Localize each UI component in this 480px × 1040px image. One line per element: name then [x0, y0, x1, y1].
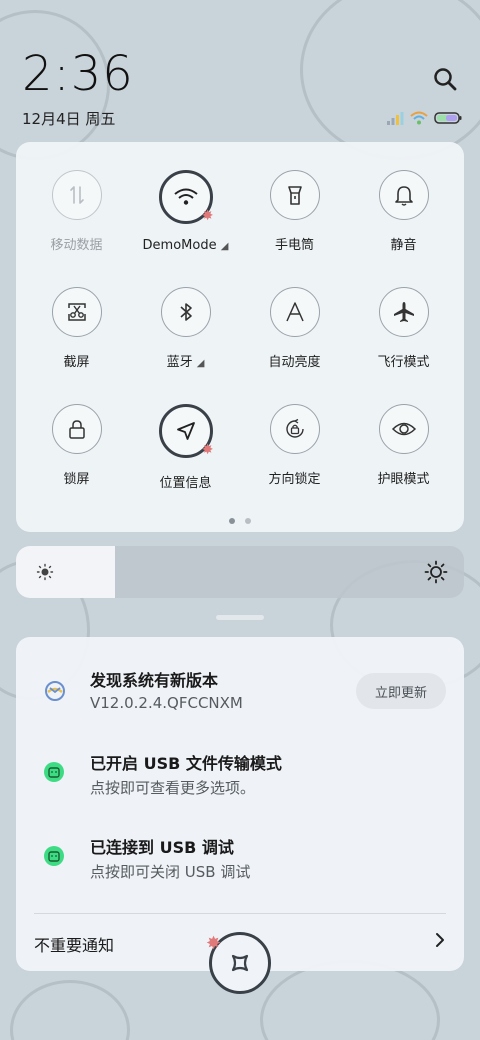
brightness-fill	[16, 546, 115, 598]
signal-icon	[386, 110, 404, 129]
tile-label: 锁屏	[63, 472, 90, 487]
tile-label: 方向锁定	[268, 472, 321, 487]
chevron-right-icon[interactable]	[434, 931, 446, 953]
mobile-data-icon	[51, 170, 102, 220]
tile-label: 护眼模式	[377, 472, 430, 487]
tile-label: 位置信息	[159, 476, 212, 491]
tile-airplane-mode[interactable]: 飞行模式	[349, 287, 458, 379]
tile-lock-screen[interactable]: 锁屏	[22, 404, 131, 496]
minor-notifications-link[interactable]: 不重要通知	[34, 932, 114, 956]
notification-item[interactable]: 发现系统有新版本 V12.0.2.4.QFCCNXM 立即更新	[16, 637, 464, 712]
expand-icon[interactable]: ◢	[197, 358, 205, 369]
tile-label: 移动数据	[50, 238, 103, 253]
star-badge-icon: ✸	[201, 208, 214, 224]
android-icon	[44, 762, 64, 782]
wifi-icon: ✸	[158, 170, 214, 224]
notification-title: 已连接到 USB 调试	[90, 838, 234, 857]
bluetooth-icon	[160, 287, 211, 337]
update-icon	[44, 680, 65, 701]
wifi-icon	[410, 110, 428, 129]
tile-silent[interactable]: 静音	[349, 170, 458, 262]
quick-settings-grid: 移动数据 ✸ DemoMode ◢ 手电筒 静音 截屏 蓝牙 ◢ 自动亮度 飞行…	[16, 170, 464, 496]
search-icon[interactable]	[432, 66, 460, 94]
quick-settings-panel: 移动数据 ✸ DemoMode ◢ 手电筒 静音 截屏 蓝牙 ◢ 自动亮度 飞行…	[16, 142, 464, 532]
notification-subtitle: 点按即可查看更多选项。	[90, 779, 256, 797]
tile-rotation-lock[interactable]: 方向锁定	[240, 404, 349, 496]
tile-wifi[interactable]: ✸ DemoMode ◢	[131, 170, 240, 262]
location-icon: ✸	[158, 404, 214, 458]
notification-title: 发现系统有新版本	[90, 671, 219, 690]
airplane-icon	[378, 287, 429, 337]
star-badge-icon: ✸	[206, 933, 222, 954]
rotation-lock-icon	[269, 404, 320, 454]
star-badge-icon: ✸	[201, 442, 214, 458]
page-indicator	[16, 518, 464, 524]
expand-icon[interactable]: ◢	[221, 241, 229, 252]
notification-item[interactable]: 已开启 USB 文件传输模式 点按即可查看更多选项。	[16, 720, 464, 797]
page-dot	[245, 518, 251, 524]
tile-label: DemoMode ◢	[142, 238, 229, 253]
tile-screenshot[interactable]: 截屏	[22, 287, 131, 379]
bell-icon	[378, 170, 429, 220]
tile-flashlight[interactable]: 手电筒	[240, 170, 349, 262]
tile-eye-care[interactable]: 护眼模式	[349, 404, 458, 496]
android-icon	[44, 846, 64, 866]
notification-item[interactable]: 已连接到 USB 调试 点按即可关闭 USB 调试	[16, 804, 464, 881]
close-icon	[231, 954, 249, 972]
tile-location[interactable]: ✸ 位置信息	[131, 404, 240, 496]
tile-label: 静音	[390, 238, 417, 253]
tile-label: 飞行模式	[377, 355, 430, 370]
tile-bluetooth[interactable]: 蓝牙 ◢	[131, 287, 240, 379]
lock-icon	[51, 404, 102, 454]
notification-title: 已开启 USB 文件传输模式	[90, 754, 282, 773]
tile-auto-brightness[interactable]: 自动亮度	[240, 287, 349, 379]
notification-panel: 发现系统有新版本 V12.0.2.4.QFCCNXM 立即更新 已开启 USB …	[16, 637, 464, 971]
notification-subtitle: V12.0.2.4.QFCCNXM	[90, 694, 243, 712]
screenshot-icon	[51, 287, 102, 337]
eye-icon	[378, 404, 429, 454]
status-icons	[386, 110, 462, 129]
page-dot-active	[229, 518, 235, 524]
tile-label: 自动亮度	[268, 355, 321, 370]
battery-icon	[434, 110, 462, 129]
brightness-low-icon	[36, 563, 54, 585]
notification-subtitle: 点按即可关闭 USB 调试	[90, 863, 251, 881]
brightness-high-icon	[424, 560, 448, 588]
clock-time[interactable]: 2:36	[22, 46, 134, 102]
auto-brightness-icon	[269, 287, 320, 337]
tile-label: 截屏	[63, 355, 90, 370]
clock-date[interactable]: 12月4日 周五	[22, 108, 115, 129]
divider	[34, 913, 446, 914]
tile-label: 手电筒	[274, 238, 314, 253]
drag-handle[interactable]	[216, 615, 264, 620]
update-now-button[interactable]: 立即更新	[356, 673, 446, 709]
tile-label: 蓝牙 ◢	[166, 355, 205, 370]
flashlight-icon	[269, 170, 320, 220]
tile-mobile-data[interactable]: 移动数据	[22, 170, 131, 262]
brightness-slider[interactable]	[16, 546, 464, 598]
